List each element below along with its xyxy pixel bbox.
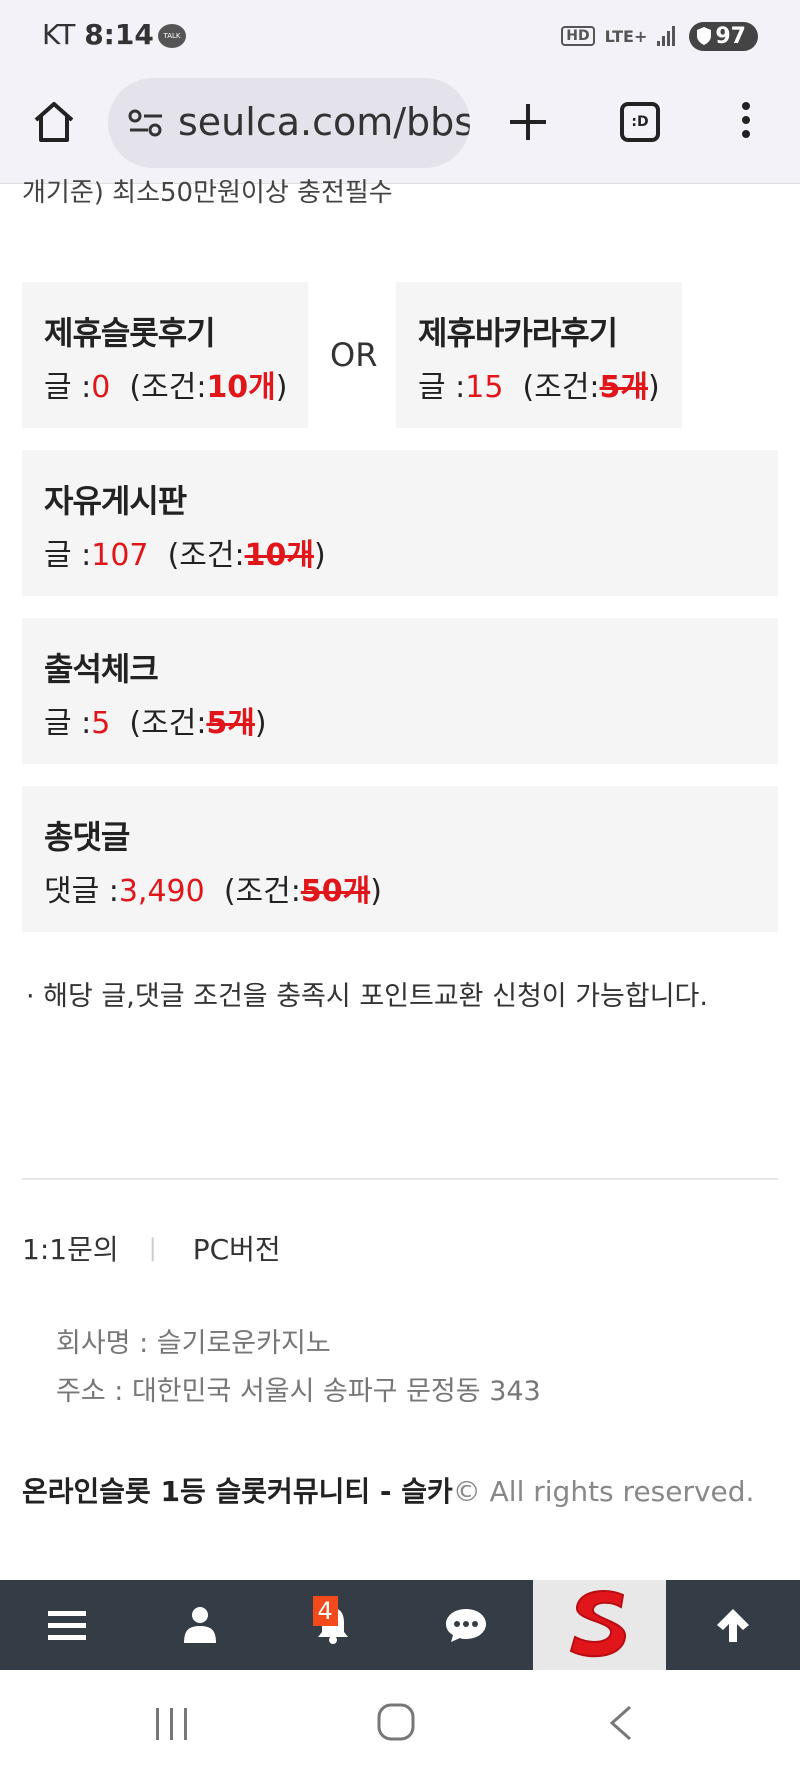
company-address: 주소 : 대한민국 서울시 송파구 문정동 343: [56, 1376, 541, 1407]
site-logo-button[interactable]: [533, 1580, 666, 1670]
site-settings-icon[interactable]: [126, 108, 166, 138]
link-separator: |: [148, 1234, 157, 1262]
back-icon[interactable]: [606, 1704, 636, 1742]
address-bar[interactable]: seulca.com/bbs: [108, 78, 470, 168]
battery-icon: 97: [689, 21, 758, 51]
signal-icon: [657, 26, 679, 46]
network-type: LTE+: [604, 26, 648, 46]
notification-badge: 4: [312, 1596, 338, 1626]
copyright-rights: © All rights reserved.: [452, 1475, 755, 1508]
condition-value: 5개: [206, 706, 255, 741]
inquiry-link[interactable]: 1:1문의: [22, 1228, 119, 1268]
comment-count: 3,490: [118, 874, 205, 909]
card-stats: 글 :107 (조건:10개): [44, 538, 326, 573]
card-title: 제휴슬롯후기: [44, 314, 216, 352]
card-stats: 글 :5 (조건:5개): [44, 706, 267, 741]
recent-apps-icon[interactable]: [152, 1706, 192, 1742]
carrier-label: KT: [42, 18, 76, 51]
cut-off-text: 개기준) 최소50만원이상 충전필수: [22, 178, 393, 208]
card-attendance[interactable]: 출석체크 글 :5 (조건:5개): [22, 618, 778, 764]
tab-switcher-button[interactable]: :D: [620, 102, 660, 142]
card-baccarat-review[interactable]: 제휴바카라후기 글 :15 (조건:5개): [396, 282, 682, 428]
condition-value: 10개: [206, 370, 276, 405]
condition-value: 50개: [300, 874, 371, 909]
post-count: 0: [91, 370, 111, 405]
status-bar: KT 8:14 TALK HD LTE+ 97: [0, 0, 800, 70]
bottom-nav: 4: [0, 1580, 800, 1670]
chat-bubble-icon: [446, 1609, 486, 1642]
card-title: 출석체크: [44, 650, 159, 688]
notifications-button[interactable]: 4: [266, 1580, 399, 1670]
condition-value: 5개: [599, 370, 649, 405]
footer-links: 1:1문의 | PC버전: [22, 1228, 281, 1268]
card-stats: 글 :0 (조건:10개): [44, 370, 288, 405]
battery-level: 97: [715, 23, 746, 49]
scroll-top-button[interactable]: [666, 1580, 800, 1670]
post-count: 5: [91, 706, 111, 741]
card-stats: 댓글 :3,490 (조건:50개): [44, 874, 382, 909]
menu-button[interactable]: [0, 1580, 133, 1670]
more-menu-icon[interactable]: [736, 102, 756, 142]
company-name: 회사명 : 슬기로운카지노: [56, 1328, 331, 1359]
chat-button[interactable]: [399, 1580, 533, 1670]
company-info: 회사명 : 슬기로운카지노 주소 : 대한민국 서울시 송파구 문정동 343: [56, 1320, 541, 1416]
user-icon: [183, 1607, 216, 1643]
url-text: seulca.com/bbs: [178, 100, 470, 144]
card-title: 자유게시판: [44, 482, 187, 520]
profile-button[interactable]: [133, 1580, 266, 1670]
home-button-icon[interactable]: [376, 1702, 416, 1742]
kakaotalk-icon: TALK: [158, 24, 186, 48]
or-label: OR: [330, 336, 378, 374]
pc-version-link[interactable]: PC버전: [193, 1228, 281, 1268]
card-title: 총댓글: [44, 818, 130, 856]
card-free-board[interactable]: 자유게시판 글 :107 (조건:10개): [22, 450, 778, 596]
status-carrier-time: KT 8:14: [42, 18, 154, 51]
condition-value: 10개: [244, 538, 314, 573]
copyright: 온라인슬롯 1등 슬롯커뮤니티 - 슬카© All rights reserve…: [22, 1470, 754, 1510]
system-navigation-bar: [0, 1670, 800, 1778]
browser-toolbar: seulca.com/bbs :D: [0, 70, 800, 184]
new-tab-icon[interactable]: [506, 100, 550, 144]
seulca-logo-icon: [569, 1590, 626, 1658]
card-total-comments[interactable]: 총댓글 댓글 :3,490 (조건:50개): [22, 786, 778, 932]
hamburger-icon: [47, 1611, 86, 1640]
card-title: 제휴바카라후기: [418, 314, 618, 352]
footer-divider: [22, 1178, 778, 1180]
notice-text: · 해당 글,댓글 조건을 충족시 포인트교환 신청이 가능합니다.: [26, 981, 708, 1012]
arrow-up-icon: [717, 1609, 749, 1642]
card-slot-review[interactable]: 제휴슬롯후기 글 :0 (조건:10개): [22, 282, 308, 428]
status-indicators: HD LTE+ 97: [561, 18, 758, 54]
home-icon[interactable]: [30, 98, 78, 146]
hd-voice-icon: HD: [561, 26, 595, 46]
clock: 8:14: [84, 18, 154, 51]
post-count: 15: [465, 370, 504, 405]
post-count: 107: [91, 538, 149, 573]
card-stats: 글 :15 (조건:5개): [418, 370, 660, 405]
copyright-site: 온라인슬롯 1등 슬롯커뮤니티 - 슬카: [22, 1475, 453, 1508]
